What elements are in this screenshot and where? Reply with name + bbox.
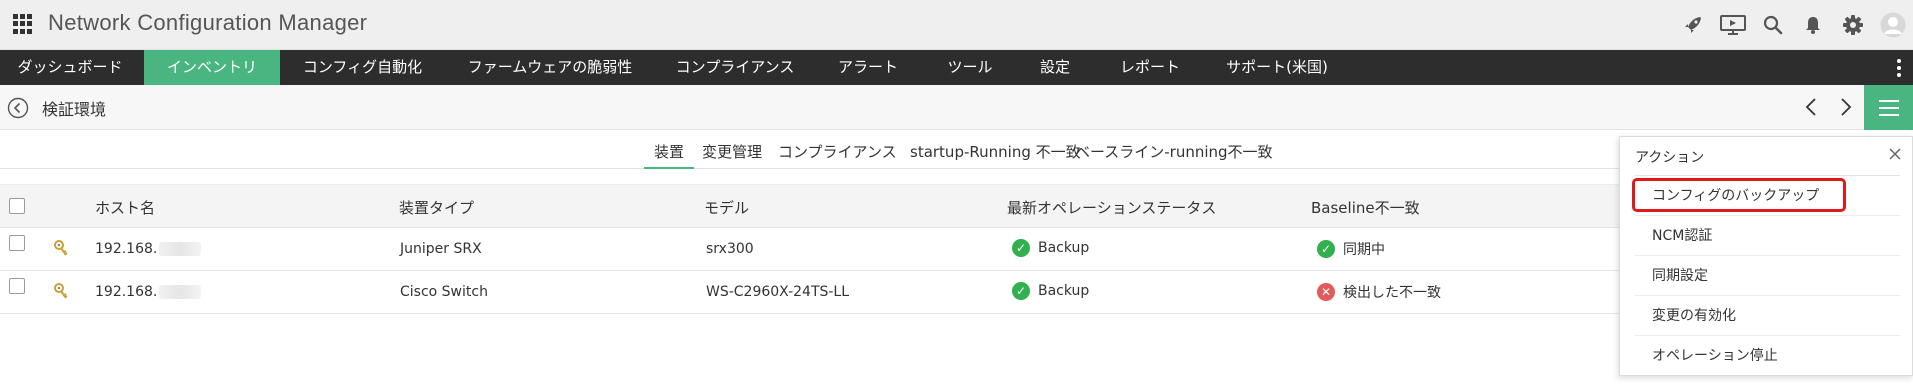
row-device-type: Juniper SRX: [400, 241, 482, 257]
main-nav: ダッシュボード インベントリ コンフィグ自動化 ファームウェアの脆弱性 コンプラ…: [0, 50, 1913, 85]
app-header: Network Configuration Manager: [0, 0, 1913, 50]
nav-item-tools[interactable]: ツール: [930, 50, 1010, 85]
tab-change-management[interactable]: 変更管理: [702, 141, 762, 169]
nav-item-settings[interactable]: 設定: [1020, 50, 1090, 85]
credential-key-icon: [54, 240, 68, 256]
row-hostname[interactable]: 192.168.: [95, 241, 202, 257]
nav-item-reports[interactable]: レポート: [1100, 50, 1200, 85]
operation-status-text: Backup: [1038, 283, 1090, 299]
nav-item-alerts[interactable]: アラート: [818, 50, 918, 85]
check-icon: ✓: [1012, 282, 1030, 300]
row-hostname[interactable]: 192.168.: [95, 284, 202, 300]
credential-key-icon: [54, 283, 68, 299]
action-enable-change[interactable]: 変更の有効化: [1635, 295, 1900, 335]
back-icon[interactable]: [7, 97, 29, 119]
column-header-model[interactable]: モデル: [704, 197, 749, 218]
bell-icon[interactable]: [1793, 0, 1833, 50]
row-device-type: Cisco Switch: [400, 284, 488, 300]
app-title: Network Configuration Manager: [48, 10, 368, 35]
row-checkbox[interactable]: [9, 278, 25, 294]
search-icon[interactable]: [1753, 0, 1793, 50]
tab-compliance[interactable]: コンプライアンス: [778, 141, 897, 169]
action-menu-button[interactable]: [1864, 85, 1913, 130]
check-icon: ✓: [1317, 240, 1335, 258]
baseline-status-text: 同期中: [1343, 242, 1385, 258]
nav-item-config-automation[interactable]: コンフィグ自動化: [280, 50, 445, 85]
row-baseline-status: ✕ 検出した不一致: [1317, 282, 1441, 302]
action-panel-title: アクション: [1635, 150, 1705, 166]
row-operation-status: ✓ Backup: [1012, 282, 1089, 300]
highlight-box: [1632, 178, 1846, 212]
action-stop-operation[interactable]: オペレーション停止: [1635, 335, 1900, 375]
header-icons: [1673, 0, 1913, 50]
nav-item-support-us[interactable]: サポート(米国): [1212, 50, 1342, 85]
tab-devices[interactable]: 装置: [644, 141, 695, 169]
row-checkbox[interactable]: [9, 235, 25, 251]
rocket-icon[interactable]: [1673, 0, 1713, 50]
row-model: srx300: [706, 241, 754, 257]
nav-item-firmware-vulnerability[interactable]: ファームウェアの脆弱性: [455, 50, 645, 85]
error-x-icon: ✕: [1317, 283, 1335, 301]
gear-icon[interactable]: [1833, 0, 1873, 50]
nav-item-dashboard[interactable]: ダッシュボード: [0, 50, 140, 85]
column-header-device-type[interactable]: 装置タイプ: [399, 197, 474, 218]
tab-startup-running-mismatch[interactable]: startup-Running 不一致: [910, 141, 1081, 169]
screen-icon[interactable]: [1713, 0, 1753, 50]
baseline-status-text: 検出した不一致: [1343, 285, 1441, 301]
nav-more-icon[interactable]: [1893, 50, 1905, 85]
select-all-checkbox[interactable]: [9, 198, 25, 214]
close-icon[interactable]: [1886, 145, 1904, 163]
check-icon: ✓: [1012, 239, 1030, 257]
chevron-right-icon[interactable]: [1833, 95, 1857, 119]
row-model: WS-C2960X-24TS-LL: [706, 284, 850, 300]
chevron-left-icon[interactable]: [1800, 95, 1824, 119]
page-subheader: 検証環境: [0, 85, 1913, 130]
action-sync-settings[interactable]: 同期設定: [1635, 255, 1900, 295]
app-grid-icon[interactable]: [13, 14, 33, 34]
row-operation-status: ✓ Backup: [1012, 239, 1089, 257]
column-header-latest-operation-status[interactable]: 最新オペレーションステータス: [1007, 197, 1216, 218]
redacted-ip: [159, 242, 202, 256]
page-title: 検証環境: [42, 100, 107, 119]
row-baseline-status: ✓ 同期中: [1317, 239, 1385, 259]
hostname-text[interactable]: 192.168.: [95, 241, 157, 257]
hostname-text[interactable]: 192.168.: [95, 284, 157, 300]
nav-item-compliance[interactable]: コンプライアンス: [660, 50, 810, 85]
action-ncm-credentials[interactable]: NCM認証: [1635, 215, 1900, 255]
column-header-hostname[interactable]: ホスト名: [95, 197, 155, 218]
column-header-baseline-mismatch[interactable]: Baseline不一致: [1311, 197, 1420, 218]
nav-item-inventory[interactable]: インベントリ: [144, 50, 280, 85]
action-panel: アクション コンフィグのバックアップ NCM認証 同期設定 変更の有効化 オペレ…: [1619, 136, 1913, 376]
redacted-ip: [159, 285, 202, 299]
user-avatar-icon[interactable]: [1873, 0, 1913, 50]
operation-status-text: Backup: [1038, 240, 1090, 256]
tab-baseline-running-mismatch[interactable]: ベースライン-running不一致: [1075, 141, 1273, 169]
